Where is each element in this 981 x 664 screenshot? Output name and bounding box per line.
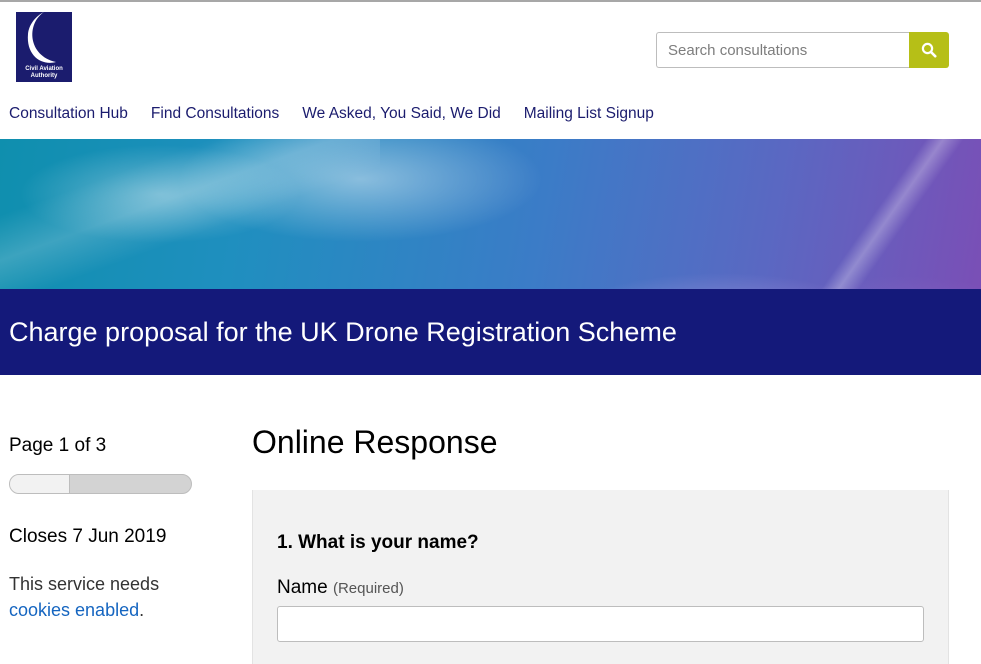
nav-we-asked-you-said[interactable]: We Asked, You Said, We Did <box>302 104 500 124</box>
question-panel: 1. What is your name? Name (Required) <box>252 490 949 664</box>
main-nav: Consultation Hub Find Consultations We A… <box>9 104 677 124</box>
cookies-enabled-link[interactable]: cookies enabled <box>9 600 139 620</box>
logo-text: Civil Aviation Authority <box>25 66 63 79</box>
search-button[interactable] <box>909 32 949 68</box>
search-bar <box>656 32 949 68</box>
title-band: Charge proposal for the UK Drone Registr… <box>0 289 981 375</box>
name-field-label: Name (Required) <box>277 576 404 601</box>
required-marker: (Required) <box>332 580 404 597</box>
consultation-title: Charge proposal for the UK Drone Registr… <box>9 317 677 347</box>
banner-wing-highlight <box>771 139 981 289</box>
banner-light-streak <box>0 139 380 289</box>
nav-find-consultations[interactable]: Find Consultations <box>151 104 279 124</box>
progress-bar <box>9 474 192 494</box>
question-title: 1. What is your name? <box>277 532 479 553</box>
name-input[interactable] <box>277 606 924 642</box>
cookies-text-end: . <box>139 600 145 620</box>
nav-mailing-list-signup[interactable]: Mailing List Signup <box>524 104 654 124</box>
cookies-text: This service needs <box>9 574 160 594</box>
hero-banner <box>0 139 981 289</box>
nav-consultation-hub[interactable]: Consultation Hub <box>9 104 128 124</box>
search-icon <box>921 42 937 58</box>
name-label-text: Name <box>277 577 328 598</box>
top-rule <box>0 0 981 2</box>
progress-fill <box>10 475 71 493</box>
caa-logo[interactable]: Civil Aviation Authority <box>16 12 72 82</box>
page-heading: Online Response <box>252 424 498 460</box>
cookies-notice: This service needs cookies enabled. <box>9 571 209 623</box>
closing-date: Closes 7 Jun 2019 <box>9 526 167 547</box>
page-count: Page 1 of 3 <box>9 435 107 456</box>
search-input[interactable] <box>656 32 909 68</box>
